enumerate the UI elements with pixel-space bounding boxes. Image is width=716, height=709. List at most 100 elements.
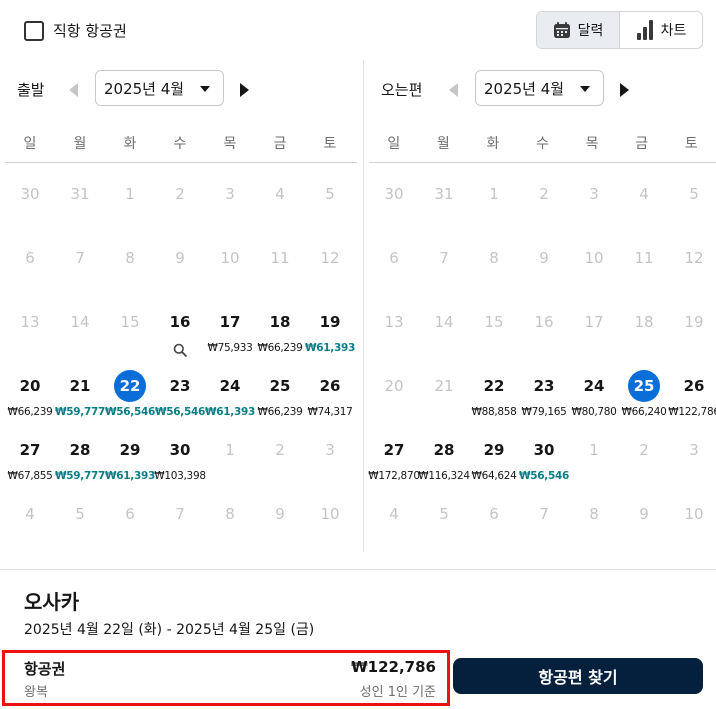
chevron-down-icon [580, 86, 590, 92]
day-cell: 8 [105, 228, 155, 292]
fare-summary-box: 항공권 ₩122,786 왕복 성인 1인 기준 [2, 650, 450, 706]
day-number: 31 [70, 185, 90, 203]
day-number: 20 [19, 377, 41, 395]
day-number: 16 [169, 313, 191, 331]
day-number: 16 [534, 313, 554, 331]
prev-month-icon[interactable] [449, 83, 458, 97]
next-month-icon[interactable] [240, 83, 249, 97]
weekday-label: 금 [273, 136, 287, 152]
day-cell: 11 [255, 228, 305, 292]
day-number: 14 [434, 313, 454, 331]
fare-price: ₩122,786 [351, 658, 436, 676]
day-cell: 6 [5, 228, 55, 292]
day-number: 9 [539, 249, 549, 267]
direct-flights-label: 직항 항공권 [53, 22, 127, 40]
weekday-label: 금 [635, 136, 649, 152]
day-number: 25 [269, 377, 291, 395]
day-cell: 1 [205, 420, 255, 484]
day-number: 8 [589, 505, 599, 523]
day-number: 31 [434, 185, 454, 203]
day-number: 3 [589, 185, 599, 203]
day-cell: 5 [305, 164, 355, 228]
day-number: 24 [219, 377, 241, 395]
day-cell: 5 [419, 484, 469, 548]
day-number: 2 [275, 441, 285, 459]
day-number: 5 [325, 185, 335, 203]
day-cell[interactable]: 26 ₩74,317 [305, 356, 355, 420]
day-cell: 9 [519, 228, 569, 292]
day-number: 30 [384, 185, 404, 203]
day-cell: 7 [419, 228, 469, 292]
day-number: 1 [125, 185, 135, 203]
day-cell: 8 [469, 228, 519, 292]
prev-month-icon[interactable] [69, 83, 78, 97]
day-number: 4 [639, 185, 649, 203]
day-cell[interactable]: 30 ₩103,398 [154, 420, 206, 484]
next-month-icon[interactable] [620, 83, 629, 97]
day-cell: 5 [55, 484, 105, 548]
day-number: 4 [25, 505, 35, 523]
day-number: 4 [275, 185, 285, 203]
day-cell: 10 [205, 228, 255, 292]
weekday-label: 월 [436, 136, 450, 152]
search-icon[interactable] [173, 342, 187, 357]
day-cell: 6 [369, 228, 419, 292]
inbound-month-nav: 오는편 2025년 4월 [368, 70, 716, 107]
day-cell[interactable]: 26 ₩122,786 [668, 356, 716, 420]
day-number: 27 [383, 441, 405, 459]
direct-flights-checkbox[interactable] [24, 20, 44, 41]
day-number: 30 [533, 441, 555, 459]
day-number: 10 [320, 505, 340, 523]
weekday-label: 수 [536, 136, 549, 152]
day-number: 21 [69, 377, 91, 395]
day-number: 25 [628, 370, 660, 402]
day-cell: 31 [419, 164, 469, 228]
day-number: 6 [25, 249, 35, 267]
chart-view-button[interactable]: 차트 [620, 12, 702, 48]
fare-trip-type: 왕복 [24, 685, 48, 700]
day-price: ₩61,393 [304, 342, 355, 354]
day-price: ₩74,317 [307, 406, 353, 418]
day-number: 17 [219, 313, 241, 331]
outbound-month-select[interactable]: 2025년 4월 [95, 70, 224, 106]
day-number: 24 [583, 377, 605, 395]
day-number: 5 [689, 185, 699, 203]
weekday-label: 일 [23, 136, 37, 152]
search-flights-button[interactable]: 항공편 찾기 [453, 658, 703, 694]
weekday-label: 수 [173, 136, 187, 152]
day-cell: 3 [669, 420, 716, 484]
day-number: 2 [639, 441, 649, 459]
day-cell: 11 [619, 228, 669, 292]
day-number: 7 [439, 249, 449, 267]
day-cell: 16 [519, 292, 569, 356]
trip-dates: 2025년 4월 22일 (화) - 2025년 4월 25일 (금) [24, 622, 315, 638]
day-number: 7 [175, 505, 185, 523]
day-cell: 2 [619, 420, 669, 484]
day-number: 22 [114, 370, 146, 402]
day-cell: 6 [469, 484, 519, 548]
day-cell[interactable]: 30 ₩56,546 [519, 420, 569, 484]
day-number: 26 [683, 377, 705, 395]
day-cell: 18 [619, 292, 669, 356]
day-number: 1 [225, 441, 235, 459]
day-number: 30 [169, 441, 191, 459]
day-cell: 10 [305, 484, 355, 548]
fare-basis: 성인 1인 기준 [359, 685, 436, 700]
inbound-month-select[interactable]: 2025년 4월 [475, 70, 604, 106]
day-number: 6 [125, 505, 135, 523]
outbound-day-grid: 30 31 1 2 3 4 5 6 7 8 9 10 11 12 13 14 15 16 17 ₩75,933 18 ₩6… [5, 164, 355, 548]
inbound-label: 오는편 [381, 81, 423, 99]
day-cell: 13 [369, 292, 419, 356]
day-number: 6 [489, 505, 499, 523]
day-cell[interactable]: 19 ₩61,393 [305, 292, 355, 356]
day-cell: 1 [105, 164, 155, 228]
day-cell: 3 [305, 420, 355, 484]
day-number: 11 [634, 249, 654, 267]
day-cell: 4 [619, 164, 669, 228]
calendar-view-button[interactable]: 달력 [537, 12, 620, 48]
day-number: 27 [19, 441, 41, 459]
day-cell: 14 [419, 292, 469, 356]
direct-flights-toggle[interactable]: 직항 항공권 [24, 20, 127, 41]
day-cell: 17 [569, 292, 619, 356]
weekday-label: 화 [123, 136, 137, 152]
